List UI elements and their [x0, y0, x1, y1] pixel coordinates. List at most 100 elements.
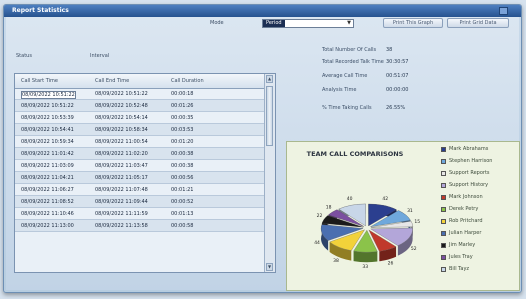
- pie-value-label: 38: [333, 258, 339, 264]
- table-row[interactable]: 08/09/2022 11:06:27 08/09/2022 11:07:48 00…: [15, 184, 265, 196]
- stat-label: Average Call Time: [322, 73, 368, 79]
- table-row[interactable]: 08/09/2022 10:59:34 08/09/2022 11:00:54 00…: [15, 136, 265, 148]
- window-title: Report Statistics: [12, 7, 69, 14]
- table-cell: 08/09/2022 10:52:48: [95, 103, 148, 109]
- table-cell: 08/09/2022 11:00:54: [95, 139, 148, 145]
- table-row[interactable]: 08/09/2022 10:54:41 08/09/2022 10:58:34 00…: [15, 124, 265, 136]
- table-cell: 08/09/2022 10:58:34: [95, 127, 148, 133]
- table-cell: 00:00:18: [171, 91, 194, 97]
- table-cell: 08/09/2022 10:51:22: [95, 91, 148, 97]
- window-body: Mode Period ▼ Print This Graph Print Gri…: [6, 17, 520, 291]
- table-cell: 08/09/2022 10:51:22: [21, 103, 74, 109]
- table-cell: 08/09/2022 11:03:47: [95, 163, 148, 169]
- title-bar: Report Statistics: [4, 5, 521, 17]
- table-cell: 00:01:26: [171, 103, 194, 109]
- scroll-up-icon[interactable]: ▲: [266, 75, 273, 83]
- chevron-down-icon[interactable]: ▼: [346, 21, 352, 26]
- table-cell: 00:00:58: [171, 223, 194, 229]
- legend-swatch: [441, 207, 446, 212]
- col-header-duration[interactable]: Call Duration: [171, 78, 204, 84]
- table-row[interactable]: 08/09/2022 11:10:46 08/09/2022 11:11:59 00…: [15, 208, 265, 220]
- status-label: Status: [16, 53, 32, 59]
- interval-label: Interval: [90, 53, 110, 59]
- pie-value-label: 33: [362, 264, 368, 270]
- legend-label: Bill Tayz: [449, 266, 470, 272]
- legend-swatch: [441, 171, 446, 176]
- table-cell: 08/09/2022 11:09:44: [95, 199, 148, 205]
- table-row[interactable]: 08/09/2022 10:51:22 08/09/2022 10:52:48 00…: [15, 100, 265, 112]
- legend-swatch: [441, 147, 446, 152]
- table-cell: 08/09/2022 11:02:20: [95, 151, 148, 157]
- scroll-down-icon[interactable]: ▼: [266, 263, 273, 271]
- legend-swatch: [441, 219, 446, 224]
- table-cell: 08/09/2022 10:53:39: [21, 115, 74, 121]
- stat-value: 26.55%: [386, 105, 406, 111]
- pie-value-label: 52: [411, 246, 417, 252]
- table-cell: 08/09/2022 10:59:34: [21, 139, 74, 145]
- mode-select[interactable]: Period ▼: [262, 19, 354, 28]
- calls-grid[interactable]: Call Start Time Call End Time Call Durat…: [14, 73, 276, 273]
- stat-value: 00:00:00: [386, 87, 409, 93]
- table-cell: 00:01:21: [171, 187, 194, 193]
- legend-swatch: [441, 195, 446, 200]
- table-cell: 00:03:53: [171, 127, 194, 133]
- print-graph-button[interactable]: Print This Graph: [383, 18, 443, 28]
- table-cell: 08/09/2022 11:13:00: [21, 223, 74, 229]
- legend-label: Julian Harper: [449, 230, 482, 236]
- stat-value: 38: [386, 47, 393, 53]
- table-cell: 08/09/2022 10:54:14: [95, 115, 148, 121]
- col-header-end[interactable]: Call End Time: [95, 78, 129, 84]
- mode-value: Period: [263, 20, 285, 27]
- pie-value-label: 22: [317, 213, 323, 219]
- table-cell: 08/09/2022 10:51:22: [21, 91, 76, 99]
- legend-label: Jim Marley: [449, 242, 476, 248]
- table-cell: 08/09/2022 11:03:09: [21, 163, 74, 169]
- print-grid-button[interactable]: Print Grid Data: [447, 18, 509, 28]
- stat-label: % Time Taking Calls: [322, 105, 372, 111]
- legend-label: Support History: [449, 182, 489, 188]
- legend-label: Jules Tray: [449, 254, 473, 260]
- mode-label: Mode: [210, 20, 224, 26]
- table-row[interactable]: 08/09/2022 11:03:09 08/09/2022 11:03:47 00…: [15, 160, 265, 172]
- legend-swatch: [441, 183, 446, 188]
- pie-value-label: 18: [326, 204, 332, 210]
- table-row[interactable]: 08/09/2022 11:01:42 08/09/2022 11:02:20 00…: [15, 148, 265, 160]
- stat-label: Total Number Of Calls: [322, 47, 377, 53]
- legend-swatch: [441, 231, 446, 236]
- table-cell: 08/09/2022 11:06:27: [21, 187, 74, 193]
- legend-swatch: [441, 255, 446, 260]
- legend-label: Derek Petry: [449, 206, 479, 212]
- table-row[interactable]: 08/09/2022 10:53:39 08/09/2022 10:54:14 00…: [15, 112, 265, 124]
- stat-label: Analysis Time: [322, 87, 357, 93]
- table-cell: 08/09/2022 11:01:42: [21, 151, 74, 157]
- legend-label: Mark Abrahams: [449, 146, 489, 152]
- table-cell: 08/09/2022 10:54:41: [21, 127, 74, 133]
- table-row[interactable]: 08/09/2022 10:51:22 08/09/2022 10:51:22 00…: [15, 88, 265, 100]
- close-button[interactable]: [499, 7, 508, 15]
- table-cell: 08/09/2022 11:05:17: [95, 175, 148, 181]
- table-row[interactable]: 08/09/2022 11:04:21 08/09/2022 11:05:17 00…: [15, 172, 265, 184]
- legend-swatch: [441, 159, 446, 164]
- table-row[interactable]: 08/09/2022 11:13:00 08/09/2022 11:13:58 00…: [15, 220, 265, 232]
- col-header-start[interactable]: Call Start Time: [21, 78, 58, 84]
- stat-label: Total Recorded Talk Time: [322, 59, 384, 65]
- grid-scrollbar[interactable]: ▲ ▼: [264, 74, 275, 272]
- table-cell: 08/09/2022 11:08:52: [21, 199, 74, 205]
- table-cell: 00:01:20: [171, 139, 194, 145]
- table-cell: 00:01:13: [171, 211, 194, 217]
- table-cell: 00:00:52: [171, 199, 194, 205]
- pie-slice-side: [353, 251, 378, 263]
- table-cell: 00:00:38: [171, 151, 194, 157]
- pie-value-label: 31: [407, 208, 413, 214]
- table-row[interactable]: 08/09/2022 11:08:52 08/09/2022 11:09:44 00…: [15, 196, 265, 208]
- report-window: Report Statistics Mode Period ▼ Print Th…: [3, 4, 522, 293]
- pie-chart: 42 31 15 52 26 33 38 44 22 18 40: [305, 182, 429, 282]
- stat-value: 30:30:57: [386, 59, 409, 65]
- legend-label: Stephen Harrison: [449, 158, 493, 164]
- table-cell: 08/09/2022 11:10:46: [21, 211, 74, 217]
- pie-svg: 42 3115 52 26 33 38 44 2218 40: [314, 196, 420, 270]
- scroll-thumb[interactable]: [266, 86, 273, 146]
- pie-value-label: 44: [314, 240, 320, 246]
- chart-panel: TEAM CALL COMPARISONS 42 31 15 52 26 33 38 44 22…: [286, 141, 520, 291]
- pie-value-label: 15: [414, 219, 420, 225]
